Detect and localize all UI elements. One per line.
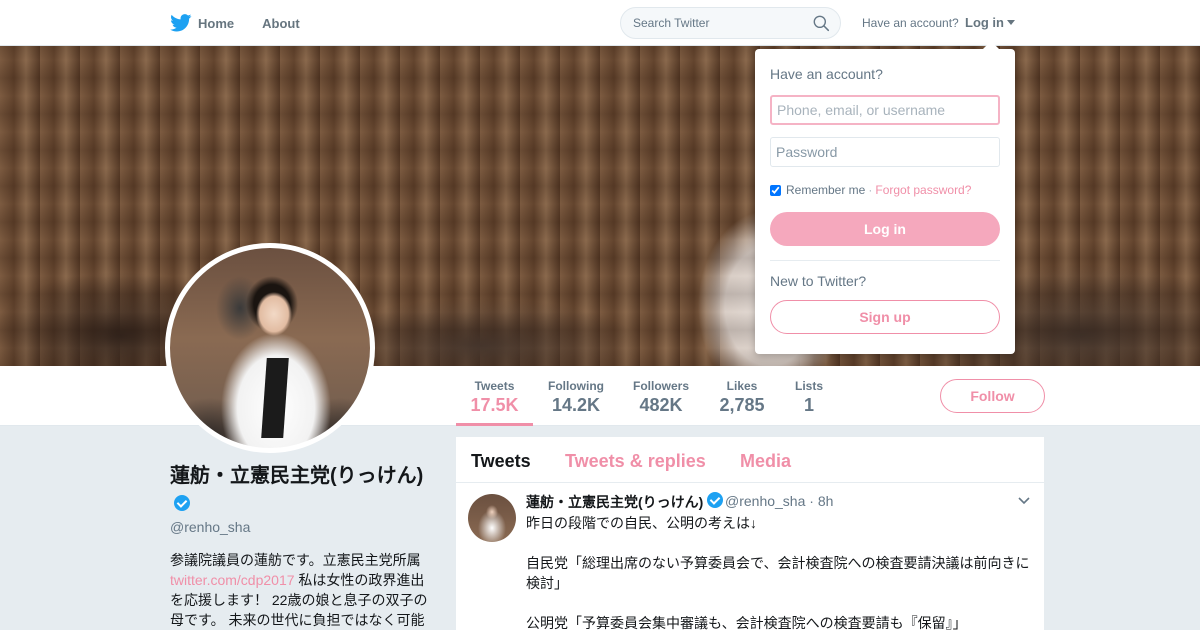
login-dropdown-toggle[interactable]: Log in xyxy=(965,15,1015,30)
have-account-text: Have an account? xyxy=(862,16,959,30)
tweet-avatar[interactable] xyxy=(468,494,516,542)
stat-label: Following xyxy=(548,379,604,393)
login-dropdown: Have an account? Remember me · Forgot pa… xyxy=(755,41,1015,354)
timeline: Tweets Tweets & replies Media 蓮舫・立憲民主党(り… xyxy=(456,437,1044,630)
stat-following[interactable]: Following 14.2K xyxy=(540,366,612,426)
stat-tweets[interactable]: Tweets 17.5K xyxy=(456,366,533,426)
search-box xyxy=(620,7,841,39)
separator-dot: · xyxy=(868,183,873,197)
divider xyxy=(770,260,1000,261)
caret-down-icon xyxy=(1007,20,1015,25)
stat-value: 14.2K xyxy=(551,395,601,415)
stat-value: 1 xyxy=(803,395,814,415)
bio-text: 参議院議員の蓮舫です。立憲民主党所属 xyxy=(170,552,421,568)
chevron-down-icon[interactable] xyxy=(1018,497,1030,505)
profile-name-text: 蓮舫・立憲民主党(りっけん) xyxy=(170,465,424,487)
password-field[interactable] xyxy=(770,137,1000,167)
follow-button[interactable]: Follow xyxy=(940,379,1045,413)
twitter-bird-icon[interactable] xyxy=(170,14,192,32)
verified-badge-icon xyxy=(707,492,724,508)
verified-badge-icon xyxy=(174,495,190,511)
profile-name: 蓮舫・立憲民主党(りっけん) xyxy=(170,462,430,518)
tweet-handle-time[interactable]: @renho_sha · 8h xyxy=(725,493,833,509)
stat-label: Likes xyxy=(726,379,758,393)
nav-about-link[interactable]: About xyxy=(262,16,300,31)
stat-label: Lists xyxy=(794,379,823,393)
timeline-tabs: Tweets Tweets & replies Media xyxy=(456,437,1044,483)
new-to-twitter-text: New to Twitter? xyxy=(770,273,867,289)
profile-handle[interactable]: @renho_sha xyxy=(170,519,250,535)
forgot-password-link[interactable]: Forgot password? xyxy=(875,183,971,197)
tweet-author-name: 蓮舫・立憲民主党(りっけん) xyxy=(526,494,704,510)
search-input[interactable] xyxy=(633,16,803,30)
remember-row: Remember me · Forgot password? xyxy=(770,183,971,197)
login-button[interactable]: Log in xyxy=(770,212,1000,246)
stat-value: 2,785 xyxy=(719,395,765,415)
tweet-text: 昨日の段階での自民、公明の考えは↓ 自民党「総理出席のない予算委員会で、会計検査… xyxy=(526,515,1030,630)
tab-tweets-replies[interactable]: Tweets & replies xyxy=(565,451,706,472)
profile-bio: 参議院議員の蓮舫です。立憲民主党所属twitter.com/cdp2017 私は… xyxy=(170,550,435,630)
tab-tweets[interactable]: Tweets xyxy=(471,451,531,472)
stat-value: 482K xyxy=(639,395,683,415)
remember-me-checkbox[interactable] xyxy=(770,184,781,196)
nav-home-link[interactable]: Home xyxy=(198,16,234,31)
dropdown-title: Have an account? xyxy=(770,66,883,82)
tweet-author[interactable]: 蓮舫・立憲民主党(りっけん) xyxy=(526,492,724,512)
signup-button[interactable]: Sign up xyxy=(770,300,1000,334)
stat-label: Followers xyxy=(632,379,689,393)
stat-lists[interactable]: Lists 1 xyxy=(787,366,831,426)
tab-media[interactable]: Media xyxy=(740,451,791,472)
top-nav-bar: Home About Have an account? Log in xyxy=(0,0,1200,46)
stat-label: Tweets xyxy=(474,379,515,393)
bio-link[interactable]: twitter.com/cdp2017 xyxy=(170,572,295,588)
nav-left: Home About xyxy=(170,0,328,46)
stat-likes[interactable]: Likes 2,785 xyxy=(712,366,772,426)
stat-followers[interactable]: Followers 482K xyxy=(626,366,696,426)
profile-avatar[interactable] xyxy=(165,243,375,453)
username-field[interactable] xyxy=(770,95,1000,125)
stat-value: 17.5K xyxy=(470,395,519,415)
remember-me-label[interactable]: Remember me xyxy=(786,183,865,197)
login-link-label: Log in xyxy=(965,15,1004,30)
search-icon[interactable] xyxy=(813,15,830,32)
